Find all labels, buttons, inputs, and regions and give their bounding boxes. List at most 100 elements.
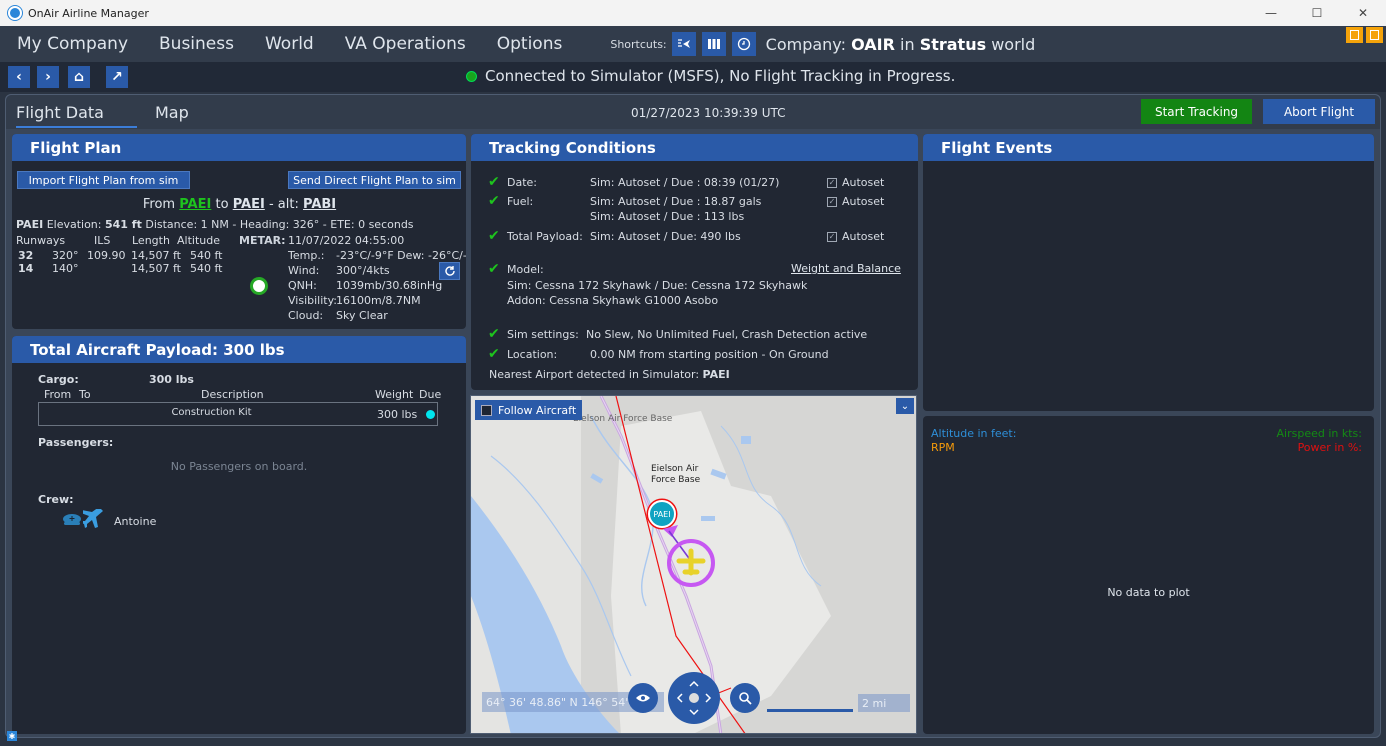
- company-prefix: Company:: [765, 34, 846, 54]
- date-value: Sim: Autoset / Due : 08:39 (01/27): [590, 176, 780, 189]
- single-pane-icon: [1350, 30, 1359, 40]
- legend-airspeed: Airspeed in kts:: [1276, 427, 1362, 440]
- map-scale-bar: [767, 709, 853, 712]
- flight-plan-title: Flight Plan: [12, 134, 466, 161]
- elevation-value: 541 ft: [105, 218, 142, 231]
- alternate-link[interactable]: PABI: [303, 197, 336, 212]
- open-external-button[interactable]: ↗: [106, 66, 128, 88]
- layout-single-button[interactable]: [1346, 27, 1363, 43]
- menu-my-company[interactable]: My Company: [17, 34, 128, 54]
- fuel-autoset-checkbox[interactable]: ✓ Autoset: [827, 195, 884, 208]
- fuel-value-lbs: Sim: Autoset / Due : 113 lbs: [590, 210, 745, 223]
- back-button[interactable]: ‹: [8, 66, 30, 88]
- runway-altitude: 540 ft: [190, 262, 223, 275]
- navigation-bar: ‹ › ⌂ ↗ Connected to Simulator (MSFS), N…: [0, 62, 1386, 92]
- alt-label: - alt:: [268, 197, 299, 212]
- refresh-metar-button[interactable]: [439, 262, 460, 280]
- payload-autoset-checkbox[interactable]: ✓ Autoset: [827, 230, 884, 243]
- menu-business[interactable]: Business: [159, 34, 234, 54]
- start-tracking-button[interactable]: Start Tracking: [1141, 99, 1252, 124]
- follow-checkbox[interactable]: [481, 404, 492, 416]
- flight-list-icon: [677, 39, 690, 48]
- nearest-airport-label: Nearest Airport detected in Simulator:: [489, 368, 700, 381]
- minimize-button[interactable]: —: [1248, 0, 1294, 26]
- metar-label: METAR:: [239, 234, 286, 247]
- model-addon: Addon: Cessna Skyhawk G1000 Asobo: [507, 294, 719, 307]
- metar-visibility-label: Visibility:: [288, 294, 338, 307]
- flight-map[interactable]: Eielson Air Force Base Eielson Air Force…: [470, 395, 917, 734]
- flight-chart-panel: Altitude in feet: RPM Airspeed in kts: P…: [923, 416, 1374, 734]
- window-title: OnAir Airline Manager: [28, 6, 149, 20]
- legend-power: Power in %:: [1297, 441, 1362, 454]
- import-flight-plan-button[interactable]: Import Flight Plan from sim: [17, 171, 190, 189]
- pilot-cap-icon: [62, 512, 82, 531]
- map-label-airbase-top: Eielson Air Force Base: [573, 414, 673, 424]
- fuel-value-gals: Sim: Autoset / Due : 18.87 gals: [590, 195, 762, 208]
- cargo-header-due: Due: [419, 388, 442, 401]
- app-logo-icon: [8, 6, 22, 20]
- map-zoom-button[interactable]: [730, 683, 760, 713]
- shortcut-map-button[interactable]: [701, 32, 726, 56]
- clock-icon: [737, 37, 750, 51]
- aircraft-marker-icon[interactable]: [651, 521, 721, 591]
- flight-events-panel: Flight Events: [923, 134, 1374, 411]
- tab-flight-data[interactable]: Flight Data: [16, 103, 137, 128]
- world-name: Stratus: [919, 34, 987, 54]
- runway-id: 14: [18, 262, 34, 275]
- map-view-button[interactable]: [628, 683, 658, 713]
- to-label: to: [215, 197, 229, 212]
- home-button[interactable]: ⌂: [68, 66, 90, 88]
- current-datetime: 01/27/2023 10:39:39 UTC: [631, 106, 786, 120]
- model-check-icon: ✔: [488, 261, 500, 277]
- menu-world[interactable]: World: [265, 34, 314, 54]
- weight-balance-link[interactable]: Weight and Balance: [791, 262, 901, 275]
- checkbox-checked-icon: ✓: [827, 232, 837, 242]
- runway-id: 32: [18, 249, 34, 262]
- payload-title: Total Aircraft Payload: 300 lbs: [12, 336, 466, 363]
- departure-link[interactable]: PAEI: [179, 197, 211, 212]
- metar-qnh-value: 1039mb/30.68inHg: [336, 279, 443, 292]
- layout-compact-button[interactable]: [1366, 27, 1383, 43]
- shortcuts-bar: Shortcuts: Company: OAIR in Stratus worl…: [610, 32, 1035, 56]
- autoset-label: Autoset: [842, 230, 885, 243]
- main-menu: My Company Business World VA Operations …: [0, 26, 1386, 62]
- map-icon: [707, 39, 720, 49]
- shortcut-clock-button[interactable]: [731, 32, 756, 56]
- flight-plan-panel: Flight Plan Import Flight Plan from sim …: [12, 134, 466, 329]
- autoset-label: Autoset: [842, 195, 885, 208]
- nearest-airport: Nearest Airport detected in Simulator: P…: [489, 368, 730, 381]
- close-button[interactable]: ✕: [1340, 0, 1386, 26]
- abort-flight-button[interactable]: Abort Flight: [1263, 99, 1375, 124]
- date-autoset-checkbox[interactable]: ✓ Autoset: [827, 176, 884, 189]
- runway-length: 14,507 ft: [131, 262, 181, 275]
- menu-options[interactable]: Options: [497, 34, 563, 54]
- legend-altitude: Altitude in feet:: [931, 427, 1017, 440]
- destination-link[interactable]: PAEI: [233, 197, 265, 212]
- map-layer-dropdown[interactable]: ⌄: [896, 398, 914, 414]
- date-check-icon: ✔: [488, 174, 500, 190]
- cargo-weight: 300 lbs: [377, 408, 418, 421]
- map-label-airbase-line2: Force Base: [651, 475, 701, 485]
- shortcut-flights-button[interactable]: [671, 32, 696, 56]
- metar-status-icon: [250, 277, 268, 295]
- elevation-label: Elevation:: [46, 218, 102, 231]
- follow-aircraft-toggle[interactable]: Follow Aircraft: [475, 400, 583, 420]
- map-pan-control[interactable]: [668, 672, 720, 724]
- map-label-airbase-line1: Eielson Air: [651, 464, 699, 474]
- search-icon: [739, 692, 752, 705]
- forward-button[interactable]: ›: [37, 66, 59, 88]
- cargo-header-from: From: [44, 388, 72, 401]
- location-check-icon: ✔: [488, 346, 500, 362]
- checkbox-checked-icon: ✓: [827, 178, 837, 188]
- sim-settings-label: Sim settings:: [507, 328, 579, 341]
- cargo-row[interactable]: Construction Kit 300 lbs: [38, 402, 438, 426]
- location-label: Location:: [507, 348, 558, 361]
- menu-va-operations[interactable]: VA Operations: [345, 34, 466, 54]
- fuel-check-icon: ✔: [488, 193, 500, 209]
- maximize-button[interactable]: ☐: [1294, 0, 1340, 26]
- send-flight-plan-button[interactable]: Send Direct Flight Plan to sim: [288, 171, 461, 189]
- ils-header: ILS: [94, 234, 111, 247]
- payload-label: Total Payload:: [507, 230, 583, 243]
- runway-heading: 320°: [52, 249, 79, 262]
- tab-map[interactable]: Map: [155, 103, 189, 122]
